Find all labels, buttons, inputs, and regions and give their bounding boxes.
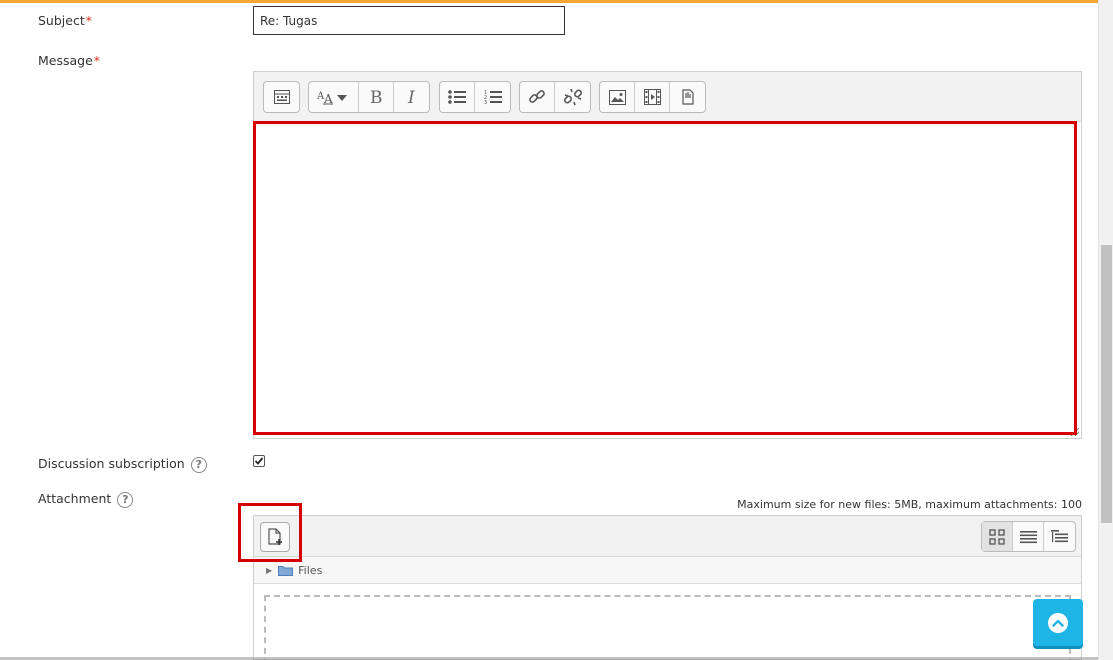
folder-icon xyxy=(278,565,294,576)
icons-view-icon[interactable] xyxy=(982,522,1013,551)
svg-text:I: I xyxy=(407,89,415,105)
resize-handle[interactable] xyxy=(1071,428,1079,436)
unlink-icon[interactable] xyxy=(555,82,590,112)
expand-icon[interactable]: ▶ xyxy=(266,566,272,575)
italic-icon[interactable]: I xyxy=(394,82,429,112)
page-scrollbar[interactable] xyxy=(1098,0,1113,660)
add-file-icon xyxy=(268,528,282,545)
list-view-icon[interactable] xyxy=(1013,522,1044,551)
message-editor: AA B I 123 xyxy=(253,71,1082,439)
file-path-bar: ▶ Files xyxy=(254,557,1081,584)
bold-icon[interactable]: B xyxy=(359,82,394,112)
tree-view-icon[interactable] xyxy=(1044,522,1075,551)
toolbar-group-lists: 123 xyxy=(439,81,511,113)
file-drop-zone[interactable] xyxy=(264,595,1071,660)
scrollbar-thumb[interactable] xyxy=(1101,245,1112,523)
toolbar-group-text: AA B I xyxy=(308,81,430,113)
subject-label: Subject* xyxy=(38,13,92,28)
chevron-up-icon xyxy=(1048,612,1068,633)
message-label: Message* xyxy=(38,53,101,68)
file-picker: ▶ Files xyxy=(253,515,1082,660)
svg-text:B: B xyxy=(370,89,383,105)
image-icon[interactable] xyxy=(600,82,635,112)
manage-files-icon[interactable] xyxy=(670,82,705,112)
message-textarea[interactable] xyxy=(254,122,1081,438)
path-root-label[interactable]: Files xyxy=(298,564,322,577)
subject-input[interactable] xyxy=(253,6,565,35)
toggle-toolbar-icon[interactable] xyxy=(264,82,299,112)
toolbar-group-media xyxy=(599,81,706,113)
subscription-checkbox[interactable] xyxy=(253,455,265,467)
toolbar-group-links xyxy=(519,81,591,113)
unordered-list-icon[interactable] xyxy=(440,82,475,112)
required-mark: * xyxy=(93,53,101,68)
top-accent-line xyxy=(0,0,1098,3)
media-icon[interactable] xyxy=(635,82,670,112)
help-icon[interactable]: ? xyxy=(117,491,134,508)
view-mode-group xyxy=(981,521,1076,552)
svg-text:A: A xyxy=(323,92,333,105)
add-file-button[interactable] xyxy=(260,522,290,552)
help-icon[interactable]: ? xyxy=(190,456,207,473)
svg-text:3: 3 xyxy=(484,100,487,105)
file-picker-toolbar xyxy=(254,516,1081,557)
link-icon[interactable] xyxy=(520,82,555,112)
attachment-label: Attachment? xyxy=(38,491,134,508)
check-icon xyxy=(254,457,264,465)
editor-toolbar: AA B I 123 xyxy=(254,72,1081,122)
scroll-to-top-button[interactable] xyxy=(1033,599,1083,646)
font-size-icon[interactable]: AA xyxy=(309,82,359,112)
toolbar-group-toggle xyxy=(263,81,300,113)
required-mark: * xyxy=(85,13,92,28)
ordered-list-icon[interactable]: 123 xyxy=(475,82,510,112)
max-size-info: Maximum size for new files: 5MB, maximum… xyxy=(737,498,1082,511)
subscription-label: Discussion subscription? xyxy=(38,456,207,473)
